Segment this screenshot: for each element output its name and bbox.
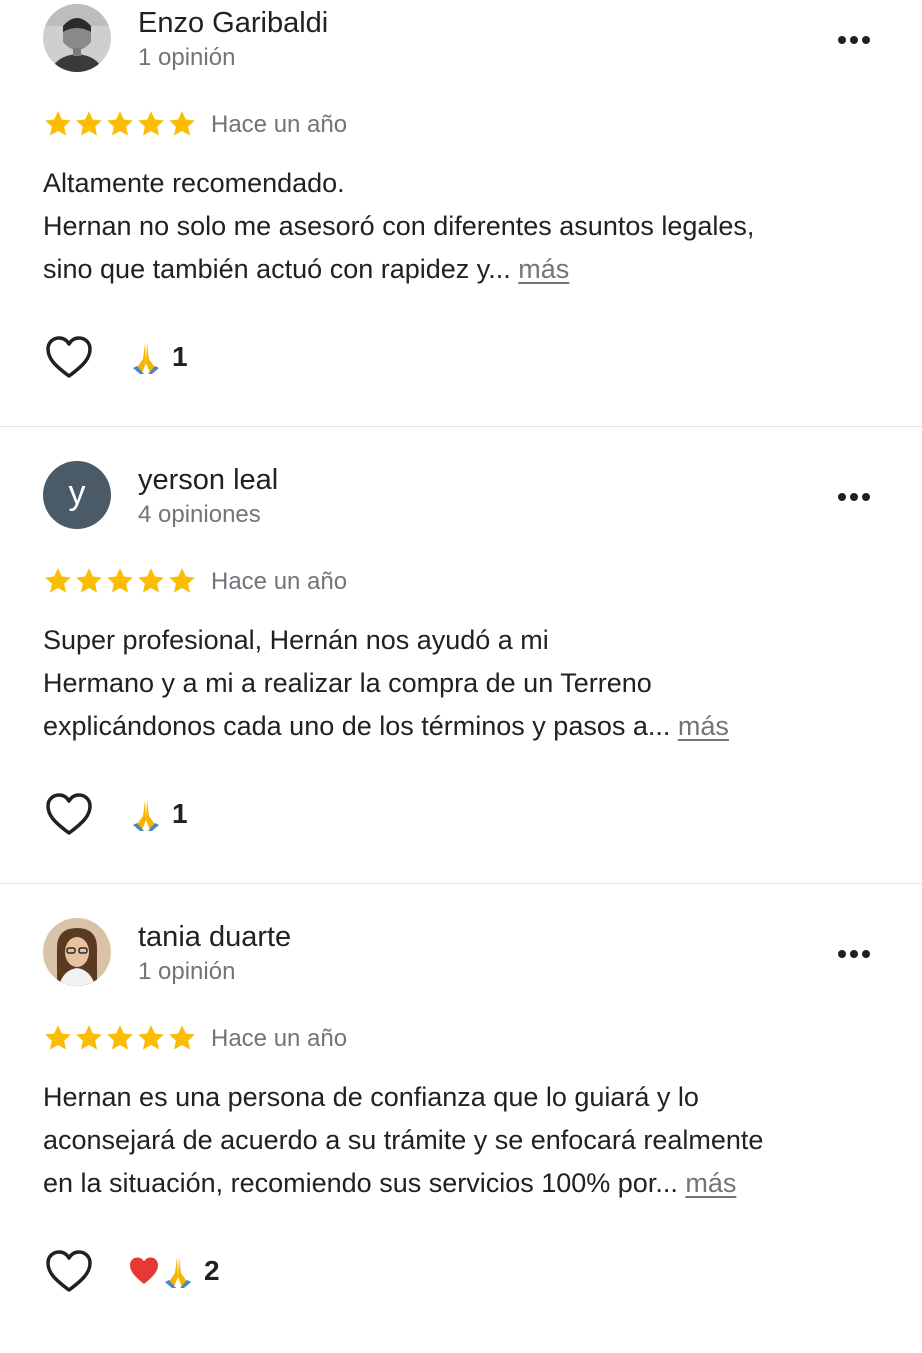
avatar[interactable]: y — [43, 461, 111, 529]
review-date: Hace un año — [211, 568, 348, 595]
folded-hands-emoji — [133, 343, 159, 374]
review-text-line-content: explicándonos cada uno de los términos y… — [43, 711, 671, 741]
star-icon — [107, 111, 133, 136]
author-name[interactable]: Enzo Garibaldi — [138, 4, 328, 42]
star-icon — [138, 568, 164, 593]
star-rating — [43, 109, 197, 139]
review-date: Hace un año — [211, 1025, 348, 1052]
review-text-line: Hernan es una persona de confianza que l… — [43, 1082, 699, 1112]
author-name[interactable]: tania duarte — [138, 918, 291, 956]
divider — [0, 883, 922, 884]
like-heart-icon[interactable] — [44, 791, 94, 837]
star-icon — [169, 568, 195, 593]
like-heart-icon[interactable] — [44, 1248, 94, 1294]
folded-hands-emoji — [133, 800, 159, 831]
author-review-count: 1 opinión — [138, 958, 236, 985]
star-icon — [45, 568, 71, 593]
star-icon — [107, 1025, 133, 1050]
avatar-photo — [43, 918, 111, 986]
reaction-count: 2 — [204, 1255, 220, 1286]
read-more-link[interactable]: más — [518, 254, 569, 284]
review-text: Altamente recomendado. Hernan no solo me… — [43, 162, 893, 291]
read-more-link[interactable]: más — [685, 1168, 736, 1198]
star-icon — [138, 111, 164, 136]
review-text: Super profesional, Hernán nos ayudó a mi… — [43, 619, 893, 748]
star-icon — [138, 1025, 164, 1050]
read-more-link[interactable]: más — [678, 711, 729, 741]
review-card: tania duarte 1 opinión Hace un año Herna… — [0, 896, 922, 1353]
review-text-line: en la situación, recomiendo sus servicio… — [43, 1162, 893, 1205]
review-date: Hace un año — [211, 111, 348, 138]
divider — [0, 426, 922, 427]
reaction-count: 1 — [172, 341, 188, 372]
author-review-count: 1 opinión — [138, 44, 236, 71]
more-options-button[interactable] — [826, 479, 882, 515]
star-icon — [45, 1025, 71, 1050]
review-text: Hernan es una persona de confianza que l… — [43, 1076, 893, 1205]
avatar[interactable] — [43, 4, 111, 72]
star-icon — [76, 1025, 102, 1050]
review-text-line: Hernan no solo me asesoró con diferentes… — [43, 211, 755, 241]
reaction-count: 1 — [172, 798, 188, 829]
reactions[interactable]: 1 — [128, 337, 188, 377]
review-text-line-content: en la situación, recomiendo sus servicio… — [43, 1168, 678, 1198]
more-dots-icon — [838, 36, 870, 44]
review-card: Enzo Garibaldi 1 opinión Hace un año Alt… — [0, 0, 922, 439]
folded-hands-emoji — [165, 1257, 191, 1288]
more-dots-icon — [838, 493, 870, 501]
more-options-button[interactable] — [826, 22, 882, 58]
star-rating — [43, 566, 197, 596]
star-icon — [76, 111, 102, 136]
star-icon — [169, 1025, 195, 1050]
star-icon — [76, 568, 102, 593]
review-text-line: Super profesional, Hernán nos ayudó a mi — [43, 625, 549, 655]
red-heart-emoji — [130, 1257, 158, 1284]
review-text-line: explicándonos cada uno de los términos y… — [43, 705, 893, 748]
review-text-line-content: sino que también actuó con rapidez y... — [43, 254, 511, 284]
avatar[interactable] — [43, 918, 111, 986]
more-options-button[interactable] — [826, 936, 882, 972]
reactions[interactable]: 1 — [128, 794, 188, 834]
author-review-count: 4 opiniones — [138, 501, 261, 528]
star-rating — [43, 1023, 197, 1053]
review-text-line: Hermano y a mi a realizar la compra de u… — [43, 668, 652, 698]
star-icon — [45, 111, 71, 136]
review-card: y yerson leal 4 opiniones Hace un año Su… — [0, 439, 922, 896]
like-heart-icon[interactable] — [44, 334, 94, 380]
review-text-line: sino que también actuó con rapidez y... … — [43, 248, 893, 291]
star-icon — [169, 111, 195, 136]
reactions[interactable]: 2 — [128, 1251, 220, 1291]
author-name[interactable]: yerson leal — [138, 461, 278, 499]
review-text-line: aconsejará de acuerdo a su trámite y se … — [43, 1125, 764, 1155]
review-text-line: Altamente recomendado. — [43, 168, 345, 198]
more-dots-icon — [838, 950, 870, 958]
avatar-photo — [43, 4, 111, 72]
star-icon — [107, 568, 133, 593]
